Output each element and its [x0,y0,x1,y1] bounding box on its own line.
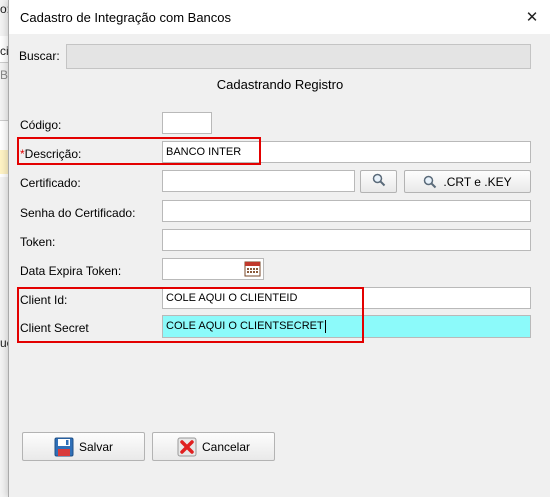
data-expira-token-label: Data Expira Token: [20,264,122,278]
section-title: Cadastrando Registro [216,77,344,92]
token-field[interactable] [162,229,531,251]
floppy-disk-icon [54,437,74,457]
senha-certificado-field[interactable] [162,200,531,222]
search-label: Buscar: [19,49,60,63]
cancelar-button[interactable]: Cancelar [152,432,275,461]
token-label: Token: [20,235,56,249]
descricao-field[interactable]: BANCO INTER [162,141,531,163]
search-input[interactable] [66,44,531,69]
dialog-title: Cadastro de Integração com Bancos [20,10,232,25]
close-button[interactable]: ✕ [517,2,547,32]
title-bar: Cadastro de Integração com Bancos ✕ [9,0,550,34]
salvar-label: Salvar [78,439,113,454]
codigo-label: Código: [20,118,62,132]
client-secret-value: COLE AQUI O CLIENTSECRET [166,320,324,332]
descricao-label-text: Descrição: [24,147,82,161]
descricao-label: *Descrição: [20,147,81,161]
magnifier-icon [372,173,386,190]
text-caret [324,319,326,333]
certificado-label: Certificado: [20,176,81,190]
bank-integration-dialog: Cadastro de Integração com Bancos ✕ Busc… [8,0,550,497]
senha-certificado-label: Senha do Certificado: [20,206,136,220]
crt-key-button[interactable]: .CRT e .KEY [404,170,531,193]
salvar-button[interactable]: Salvar [22,432,145,461]
calendar-icon[interactable] [244,260,261,277]
cancelar-label: Cancelar [201,439,251,454]
red-x-icon [177,437,197,457]
client-id-field[interactable]: COLE AQUI O CLIENTEID [162,287,531,309]
client-secret-label: Client Secret [20,321,89,335]
certificado-field[interactable] [162,170,355,192]
certificado-search-button[interactable] [360,170,397,193]
close-icon: ✕ [525,9,539,26]
crt-key-label: .CRT e .KEY [443,174,512,189]
client-secret-field[interactable]: COLE AQUI O CLIENTSECRET [162,315,531,338]
codigo-field[interactable] [162,112,212,134]
client-id-label: Client Id: [20,293,68,307]
magnifier-icon [423,175,437,189]
